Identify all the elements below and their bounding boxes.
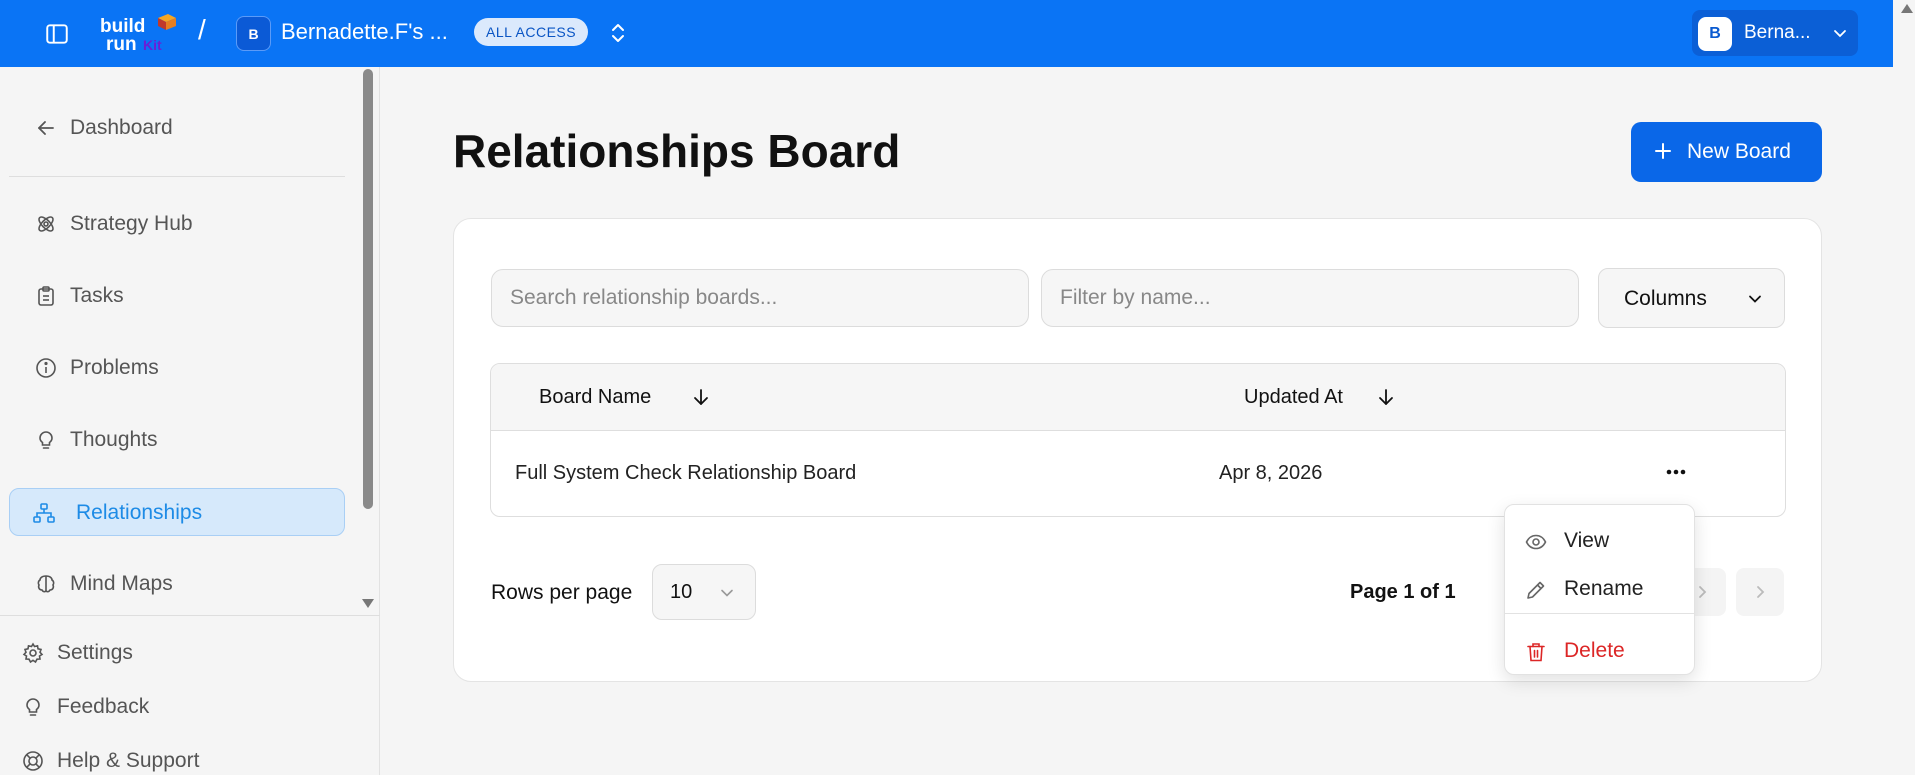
menu-item-label: Delete (1564, 639, 1625, 662)
svg-text:run: run (106, 34, 137, 54)
more-actions-icon[interactable] (1661, 461, 1691, 483)
sidebar-footer-label: Feedback (57, 695, 150, 718)
chevron-down-icon (1834, 30, 1846, 38)
next-page-button[interactable] (1736, 568, 1784, 616)
workspace-avatar[interactable]: B (236, 16, 271, 51)
back-to-dashboard-link[interactable]: Dashboard (9, 104, 345, 152)
sidebar-item-thoughts[interactable]: Thoughts (9, 416, 345, 464)
menu-item-rename[interactable]: Rename (1511, 567, 1689, 609)
rows-per-page-value: 10 (670, 581, 693, 603)
sidebar-scroll-down-arrow[interactable] (362, 599, 374, 608)
menu-item-label: View (1564, 529, 1610, 552)
sidebar-footer-divider (0, 615, 380, 616)
lightbulb-icon (26, 698, 40, 716)
user-menu-button[interactable]: B Berna... (1692, 10, 1858, 56)
chevron-down-icon (721, 589, 733, 597)
top-bar: build run Kit / B Bernadette.F's ... ALL… (0, 0, 1893, 67)
menu-item-delete[interactable]: Delete (1511, 629, 1689, 671)
sidebar-settings-link[interactable]: Settings (0, 632, 360, 672)
sidebar-item-label: Strategy Hub (70, 212, 193, 235)
sidebar-toggle-icon[interactable] (44, 21, 70, 47)
table-header: Board Name Updated At (491, 364, 1785, 431)
columns-label: Columns (1624, 287, 1707, 310)
trash-icon (1527, 643, 1545, 662)
sidebar-item-label: Tasks (70, 284, 124, 307)
info-icon (36, 358, 56, 378)
sidebar: Dashboard Strategy Hub Tasks Problems Th… (0, 67, 380, 775)
sidebar-item-label: Problems (70, 356, 159, 379)
breadcrumb-separator: / (198, 14, 206, 45)
rows-per-page-label: Rows per page (491, 581, 633, 604)
app-logo[interactable]: build run Kit (98, 14, 180, 54)
sidebar-footer-label: Settings (57, 641, 133, 664)
sidebar-footer-label: Help & Support (57, 749, 200, 772)
lightbulb-icon (39, 431, 53, 449)
page-info: Page 1 of 1 (1350, 581, 1456, 603)
workspace-switcher-icon[interactable] (608, 20, 628, 46)
boards-table: Board Name Updated At Full System Check … (490, 363, 1786, 517)
column-header-updated-at[interactable]: Updated At (1244, 386, 1343, 409)
plus-icon (1655, 143, 1671, 159)
workspace-name[interactable]: Bernadette.F's ... (281, 19, 448, 45)
filter-input[interactable] (1041, 269, 1579, 327)
brain-icon (37, 575, 55, 593)
page-scroll-up-arrow[interactable] (1901, 4, 1913, 13)
updated-at-cell: Apr 8, 2026 (1219, 462, 1323, 484)
chevron-right-icon (1699, 586, 1707, 598)
gear-icon (22, 642, 44, 664)
new-board-button[interactable]: New Board (1631, 122, 1822, 182)
user-name: Berna... (1744, 22, 1811, 43)
eye-icon (1525, 534, 1547, 550)
rows-per-page-select[interactable]: 10 (652, 564, 756, 620)
sidebar-item-strategy-hub[interactable]: Strategy Hub (9, 200, 345, 248)
sort-arrow-down-icon[interactable] (1375, 386, 1397, 408)
sidebar-help-link[interactable]: Help & Support (0, 740, 360, 775)
network-icon (33, 503, 55, 523)
sidebar-feedback-link[interactable]: Feedback (0, 686, 360, 726)
sidebar-item-mind-maps[interactable]: Mind Maps (9, 560, 345, 608)
lifebuoy-icon (23, 751, 43, 771)
menu-item-label: Rename (1564, 577, 1644, 600)
search-input[interactable] (491, 269, 1029, 327)
board-name-cell[interactable]: Full System Check Relationship Board (515, 462, 856, 485)
sidebar-item-label: Thoughts (70, 428, 158, 451)
chevron-right-icon (1757, 586, 1765, 598)
pencil-icon (1527, 581, 1545, 599)
back-label: Dashboard (70, 116, 173, 139)
sidebar-item-relationships[interactable]: Relationships (9, 488, 345, 536)
sort-arrow-down-icon[interactable] (690, 386, 712, 408)
sidebar-item-tasks[interactable]: Tasks (9, 272, 345, 320)
menu-divider (1505, 613, 1694, 614)
menu-item-view[interactable]: View (1511, 519, 1689, 561)
sidebar-item-problems[interactable]: Problems (9, 344, 345, 392)
strategy-icon (38, 216, 54, 232)
access-badge: ALL ACCESS (474, 18, 589, 46)
row-actions-menu: View Rename Delete (1504, 504, 1695, 675)
columns-dropdown-button[interactable]: Columns (1598, 268, 1785, 328)
sidebar-item-label: Relationships (76, 501, 203, 524)
new-board-label: New Board (1687, 140, 1791, 163)
sidebar-item-label: Mind Maps (70, 572, 173, 595)
sidebar-scrollbar-thumb[interactable] (363, 69, 373, 509)
svg-text:Kit: Kit (143, 37, 162, 53)
clipboard-icon (38, 286, 54, 306)
chevron-down-icon (1749, 295, 1761, 303)
user-avatar: B (1698, 17, 1732, 51)
page-title: Relationships Board (453, 125, 901, 177)
column-header-board-name[interactable]: Board Name (539, 386, 651, 409)
nav-divider (9, 176, 345, 177)
arrow-left-icon (38, 121, 54, 135)
